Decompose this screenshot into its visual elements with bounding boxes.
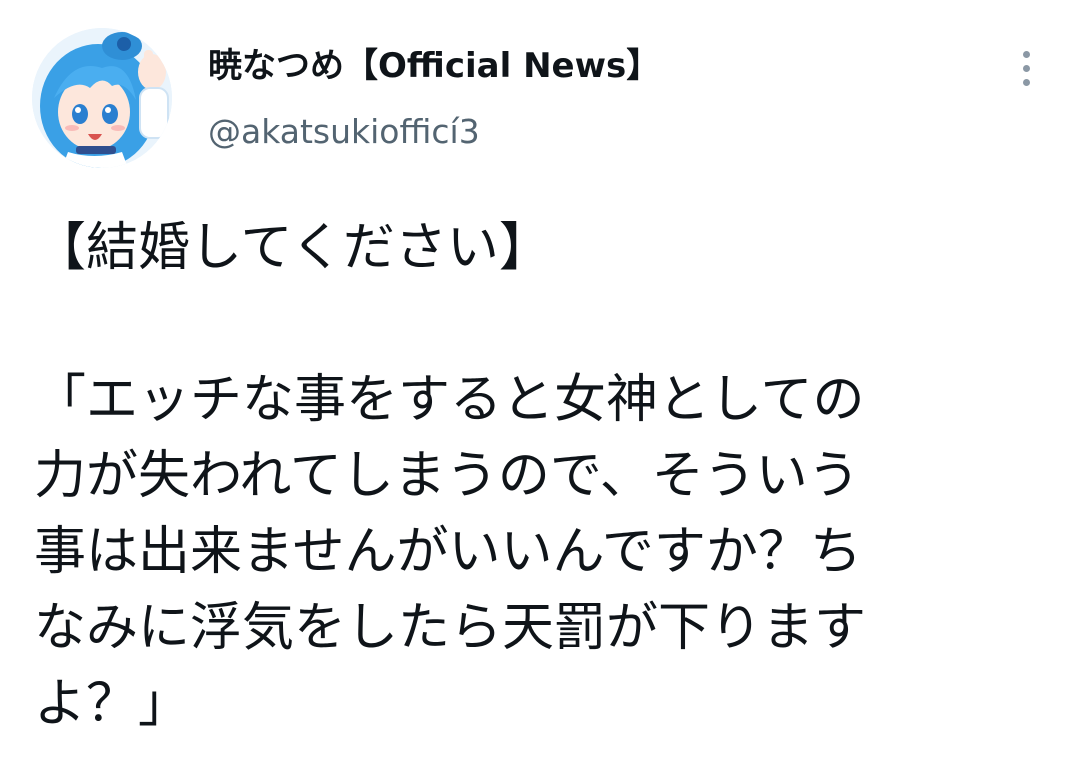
tweet-line: よ？」 xyxy=(34,674,191,734)
tweet-line: 「エッチな事をすると女神としての xyxy=(34,370,865,430)
tweet-text: 【結婚してください】 「エッチな事をすると女神としての 力が失われてしまうので、… xyxy=(34,210,1044,742)
tweet-line: 【結婚してください】 xyxy=(34,218,551,278)
avatar[interactable] xyxy=(32,28,172,168)
more-vertical-icon xyxy=(1023,51,1030,58)
avatar-image xyxy=(32,28,172,168)
more-options-button[interactable] xyxy=(1006,44,1046,92)
tweet-line: なみに浮気をしたら天罰が下ります xyxy=(34,598,867,658)
more-vertical-icon xyxy=(1023,79,1030,86)
tweet-line: 力が失われてしまうので、そういう xyxy=(34,446,860,506)
tweet-line: 事は出来ませんがいいんですか？ち xyxy=(34,522,862,582)
more-vertical-icon xyxy=(1023,65,1030,72)
display-name[interactable]: 暁なつめ【Official News】 xyxy=(208,40,660,92)
tweet-card: 暁なつめ【Official News】 @akatsukiofficí3 【結婚… xyxy=(0,0,1080,773)
user-handle[interactable]: @akatsukiofficí3 xyxy=(208,108,480,156)
